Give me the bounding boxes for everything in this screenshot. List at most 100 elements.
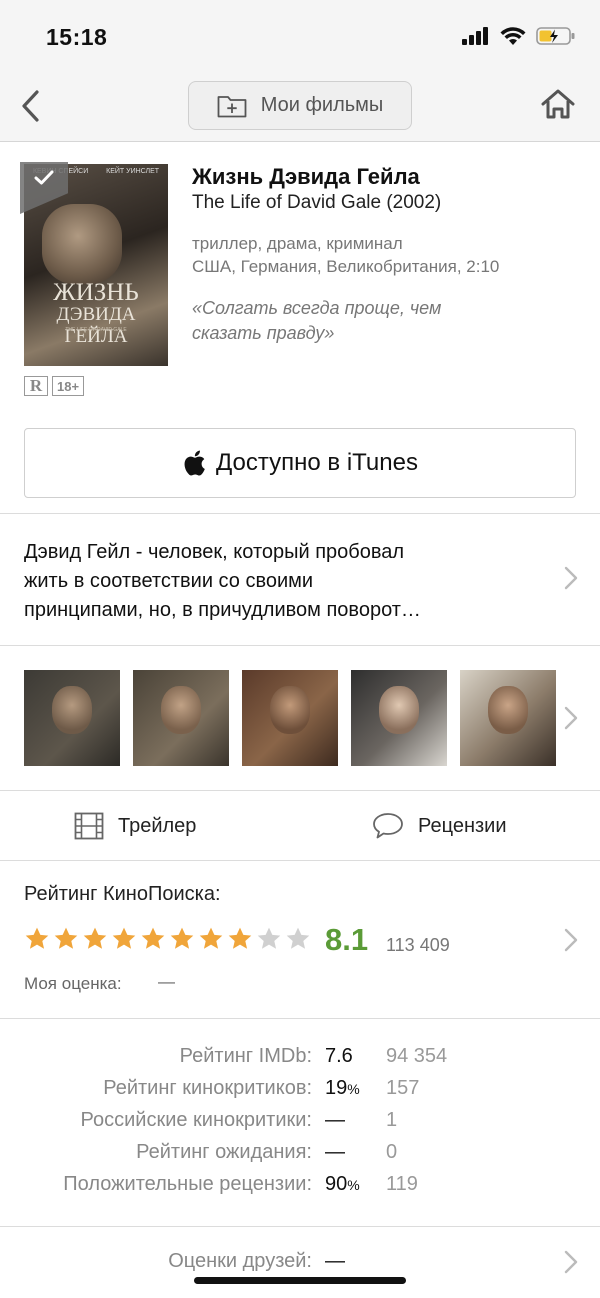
itunes-label: Доступно в iTunes <box>216 449 418 476</box>
chevron-left-icon <box>22 90 39 122</box>
still-image[interactable] <box>242 670 338 766</box>
my-rating-value[interactable]: — <box>158 972 175 992</box>
poster-subtitle: THE LIFE OF DAVID GALE <box>65 327 127 333</box>
trailer-button[interactable]: Трейлер <box>74 791 196 861</box>
star-icon[interactable] <box>140 926 166 952</box>
star-icon[interactable] <box>169 926 195 952</box>
star-rating[interactable] <box>24 926 311 952</box>
rating-value: — <box>325 1141 345 1163</box>
rating-value: 19% <box>325 1077 360 1099</box>
tagline-line-1: «Солгать всегда проще, чем <box>192 298 442 318</box>
still-image[interactable] <box>133 670 229 766</box>
media-tabs: Трейлер Рецензии <box>0 791 600 861</box>
still-image[interactable] <box>460 670 556 766</box>
rating-row-expectation: Рейтинг ожидания: — 0 <box>0 1141 600 1173</box>
folder-add-icon <box>217 95 247 117</box>
rating-badges: R 18+ <box>24 376 85 396</box>
divider <box>0 513 600 514</box>
rating-count: 1 <box>386 1109 398 1131</box>
movie-genres: триллер, драма, криминал <box>192 234 403 253</box>
movie-countries: США, Германия, Великобритания, 2:10 <box>192 257 500 276</box>
friends-rating-label: Оценки друзей: <box>168 1250 312 1272</box>
chevron-right-icon[interactable] <box>564 928 578 952</box>
trailer-label: Трейлер <box>118 814 197 837</box>
mpaa-badge: R <box>24 376 48 396</box>
star-icon[interactable] <box>24 926 50 952</box>
movie-tagline: «Солгать всегда проще, чем сказать правд… <box>192 296 552 346</box>
rating-value: — <box>325 1109 345 1131</box>
movie-header: КЕВИН СПЕЙСИ КЕЙТ УИНСЛЕТ ЖИЗНЬ ДЭВИДА Г… <box>0 142 600 412</box>
status-time: 15:18 <box>46 24 108 50</box>
battery-icon <box>536 27 575 45</box>
chevron-right-icon[interactable] <box>564 566 578 590</box>
still-image[interactable] <box>351 670 447 766</box>
rating-row-imdb: Рейтинг IMDb: 7.6 94 354 <box>0 1045 600 1077</box>
poster-actor-2: КЕЙТ УИНСЛЕТ <box>106 168 160 175</box>
rating-count: 94 354 <box>386 1045 448 1067</box>
star-icon[interactable] <box>256 926 282 952</box>
divider <box>0 1018 600 1019</box>
movie-title-ru: Жизнь Дэвида Гейла <box>192 164 420 189</box>
movie-title-en: The Life of David Gale (2002) <box>192 192 442 213</box>
my-films-label: Мои фильмы <box>260 94 384 116</box>
divider <box>0 645 600 646</box>
tagline-line-2: сказать правду» <box>192 323 335 343</box>
poster-portrait <box>42 204 122 284</box>
kinopoisk-rating-label: Рейтинг КиноПоиска: <box>24 883 221 905</box>
status-bar: 15:18 <box>0 0 600 70</box>
rating-label: Рейтинг ожидания: <box>136 1141 312 1163</box>
rating-count: 119 <box>386 1173 418 1195</box>
poster-title-line2: ДЭВИДА ГЕЙЛА <box>56 304 136 347</box>
home-button[interactable] <box>540 86 576 122</box>
film-icon <box>74 812 104 840</box>
itunes-button[interactable]: Доступно в iTunes <box>24 428 576 498</box>
speech-bubble-icon <box>373 813 403 839</box>
rating-count: 157 <box>386 1077 420 1099</box>
chevron-right-icon[interactable] <box>564 1250 578 1274</box>
rating-row-critics: Рейтинг кинокритиков: 19% 157 <box>0 1077 600 1109</box>
still-figure <box>270 686 310 734</box>
rating-label: Рейтинг кинокритиков: <box>103 1077 312 1099</box>
rating-label: Рейтинг IMDb: <box>179 1045 312 1067</box>
rating-label: Российские кинокритики: <box>80 1109 312 1131</box>
chevron-right-icon[interactable] <box>564 706 578 730</box>
star-icon[interactable] <box>198 926 224 952</box>
rating-value: 7.6 <box>325 1045 353 1067</box>
star-icon[interactable] <box>227 926 253 952</box>
rating-value: 90% <box>325 1173 360 1195</box>
synopsis[interactable]: Дэвид Гейл - человек, который пробовал ж… <box>24 538 534 625</box>
kinopoisk-votes: 113 409 <box>386 935 450 955</box>
star-icon[interactable] <box>285 926 311 952</box>
nav-bar: Мои фильмы <box>0 70 600 142</box>
divider <box>0 1226 600 1227</box>
kinopoisk-rating-value: 8.1 <box>325 922 369 957</box>
stills-gallery <box>24 670 556 766</box>
back-button[interactable] <box>14 86 46 126</box>
apple-icon <box>184 450 205 476</box>
rating-row-positive-reviews: Положительные рецензии: 90% 119 <box>0 1173 600 1205</box>
my-films-button[interactable]: Мои фильмы <box>188 81 412 130</box>
still-figure <box>161 686 201 734</box>
friends-rating-value: — <box>325 1250 345 1272</box>
my-rating-label: Моя оценка: <box>24 974 122 993</box>
star-icon[interactable] <box>53 926 79 952</box>
still-image[interactable] <box>24 670 120 766</box>
synopsis-line-2: жить в соответствии со своими <box>24 570 314 592</box>
friends-ratings-row[interactable]: Оценки друзей: — <box>0 1250 600 1280</box>
still-figure <box>488 686 528 734</box>
still-figure <box>52 686 92 734</box>
reviews-label: Рецензии <box>418 814 507 837</box>
star-icon[interactable] <box>111 926 137 952</box>
home-indicator[interactable] <box>194 1277 406 1284</box>
status-icons <box>462 26 576 46</box>
home-icon <box>541 89 575 119</box>
reviews-button[interactable]: Рецензии <box>372 791 507 861</box>
divider <box>0 860 600 861</box>
synopsis-line-1: Дэвид Гейл - человек, который пробовал <box>24 541 405 563</box>
synopsis-line-3: принципами, но, в причудливом поворот… <box>24 599 421 621</box>
star-icon[interactable] <box>82 926 108 952</box>
rating-count: 0 <box>386 1141 398 1163</box>
rating-label: Положительные рецензии: <box>63 1173 312 1195</box>
wifi-icon <box>500 27 526 45</box>
checkmark-icon <box>34 170 54 185</box>
